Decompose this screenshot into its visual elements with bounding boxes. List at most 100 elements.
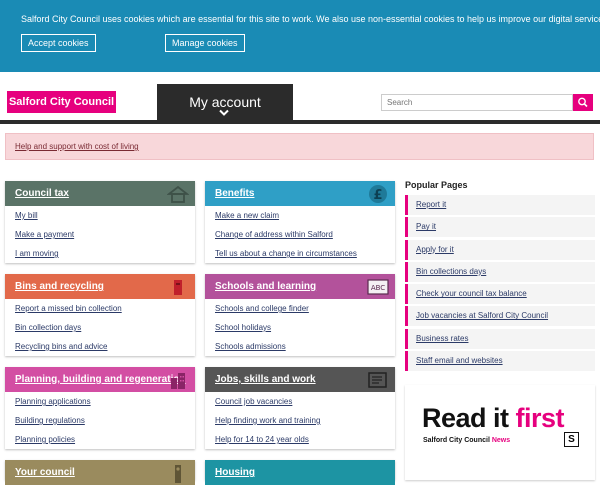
list-item: Council job vacancies xyxy=(205,392,395,411)
card-title[interactable]: Council tax xyxy=(15,188,69,199)
list-item: Tell us about a change in circumstances xyxy=(205,244,395,263)
site-header: Salford City Council My account xyxy=(0,72,600,124)
card-jobs-skills: Jobs, skills and work Council job vacanc… xyxy=(205,367,395,449)
card-header[interactable]: Housing xyxy=(205,460,395,485)
list-item: Building regulations xyxy=(5,411,195,430)
promo-headline-accent: first xyxy=(515,403,565,433)
card-header[interactable]: Jobs, skills and work xyxy=(205,367,395,392)
card-links: My bill Make a payment I am moving xyxy=(5,206,195,263)
card-link[interactable]: Council job vacancies xyxy=(215,397,292,406)
card-title[interactable]: Planning, building and regeneration xyxy=(15,374,186,385)
card-your-council: Your council xyxy=(5,460,195,485)
my-account-button[interactable]: My account xyxy=(157,84,293,124)
list-item: School holidays xyxy=(205,318,395,337)
card-link[interactable]: Bin collection days xyxy=(15,323,81,332)
card-link[interactable]: Planning policies xyxy=(15,435,75,444)
accept-cookies-button[interactable]: Accept cookies xyxy=(21,34,96,52)
card-title[interactable]: Jobs, skills and work xyxy=(215,374,316,385)
card-title[interactable]: Schools and learning xyxy=(215,281,316,292)
card-link[interactable]: Tell us about a change in circumstances xyxy=(215,249,357,258)
popular-pages-title: Popular Pages xyxy=(405,180,468,190)
popular-link[interactable]: Apply for it xyxy=(416,245,454,254)
card-link[interactable]: Building regulations xyxy=(15,416,85,425)
card-link[interactable]: Help finding work and training xyxy=(215,416,320,425)
cookie-banner: Salford City Council uses cookies which … xyxy=(0,0,600,72)
list-item: Planning applications xyxy=(5,392,195,411)
cost-of-living-alert: Help and support with cost of living xyxy=(5,133,594,160)
card-header[interactable]: Planning, building and regeneration xyxy=(5,367,195,392)
card-title[interactable]: Your council xyxy=(15,467,75,478)
svg-text:ABC: ABC xyxy=(371,284,385,292)
card-title[interactable]: Bins and recycling xyxy=(15,281,104,292)
list-item: Job vacancies at Salford City Council xyxy=(405,306,595,327)
list-item: Business rates xyxy=(405,328,595,349)
read-it-first-promo[interactable]: Read it first Salford City Council News … xyxy=(405,385,595,480)
card-link[interactable]: Schools admissions xyxy=(215,342,286,351)
svg-text:£: £ xyxy=(373,188,382,203)
card-bins-recycling: Bins and recycling Report a missed bin c… xyxy=(5,274,195,356)
card-link[interactable]: I am moving xyxy=(15,249,59,258)
list-item: Bin collection days xyxy=(5,318,195,337)
popular-link[interactable]: Bin collections days xyxy=(416,267,486,276)
card-link[interactable]: School holidays xyxy=(215,323,271,332)
card-header[interactable]: Council tax xyxy=(5,181,195,206)
card-title[interactable]: Benefits xyxy=(215,188,254,199)
card-header[interactable]: Bins and recycling xyxy=(5,274,195,299)
list-item: Report it xyxy=(405,195,595,215)
list-item: Make a new claim xyxy=(205,206,395,225)
promo-headline-main: Read it xyxy=(422,403,516,433)
card-link[interactable]: Planning applications xyxy=(15,397,91,406)
card-links: Report a missed bin collection Bin colle… xyxy=(5,299,195,356)
card-links: Make a new claim Change of address withi… xyxy=(205,206,395,263)
cost-of-living-link[interactable]: Help and support with cost of living xyxy=(15,142,139,151)
card-link[interactable]: My bill xyxy=(15,211,38,220)
card-header[interactable]: Schools and learning ABC xyxy=(205,274,395,299)
popular-link[interactable]: Check your council tax balance xyxy=(416,289,527,298)
search-input[interactable] xyxy=(381,94,573,111)
card-link[interactable]: Schools and college finder xyxy=(215,304,309,313)
list-item: Make a payment xyxy=(5,225,195,244)
bin-icon xyxy=(174,280,182,295)
card-link[interactable]: Change of address within Salford xyxy=(215,230,333,239)
chevron-down-icon xyxy=(219,109,229,116)
card-title[interactable]: Housing xyxy=(215,467,255,478)
card-council-tax: Council tax My bill Make a payment I am … xyxy=(5,181,195,263)
house-icon xyxy=(167,185,189,203)
popular-link[interactable]: Report it xyxy=(416,200,446,209)
tower-icon xyxy=(175,465,181,483)
card-link[interactable]: Report a missed bin collection xyxy=(15,304,122,313)
card-link[interactable]: Make a payment xyxy=(15,230,74,239)
card-schools-learning: Schools and learning ABC Schools and col… xyxy=(205,274,395,356)
list-item: Pay it xyxy=(405,217,595,238)
s-logo-icon: S xyxy=(564,432,579,447)
list-item: Change of address within Salford xyxy=(205,225,395,244)
popular-link[interactable]: Job vacancies at Salford City Council xyxy=(416,311,548,320)
list-item: Help for 14 to 24 year olds xyxy=(205,430,395,449)
promo-headline: Read it first xyxy=(422,403,565,434)
card-link[interactable]: Make a new claim xyxy=(215,211,279,220)
list-item: Check your council tax balance xyxy=(405,284,595,305)
list-item: Planning policies xyxy=(5,430,195,449)
my-account-label: My account xyxy=(189,94,261,110)
card-header[interactable]: Your council xyxy=(5,460,195,485)
popular-link[interactable]: Business rates xyxy=(416,334,468,343)
cookie-message: Salford City Council uses cookies which … xyxy=(21,14,600,24)
list-item: Report a missed bin collection xyxy=(5,299,195,318)
card-links: Council job vacancies Help finding work … xyxy=(205,392,395,449)
site-logo[interactable]: Salford City Council xyxy=(7,91,116,113)
card-planning-building: Planning, building and regeneration Plan… xyxy=(5,367,195,449)
list-item: I am moving xyxy=(5,244,195,263)
popular-link[interactable]: Pay it xyxy=(416,222,436,231)
card-header[interactable]: Benefits £ xyxy=(205,181,395,206)
card-link[interactable]: Recycling bins and advice xyxy=(15,342,108,351)
search-button[interactable] xyxy=(573,94,593,111)
card-link[interactable]: Help for 14 to 24 year olds xyxy=(215,435,309,444)
manage-cookies-button[interactable]: Manage cookies xyxy=(165,34,245,52)
chalkboard-icon: ABC xyxy=(367,279,389,295)
card-links: Planning applications Building regulatio… xyxy=(5,392,195,449)
promo-brand-main: Salford City Council xyxy=(423,437,492,444)
list-item: Staff email and websites xyxy=(405,351,595,372)
popular-link[interactable]: Staff email and websites xyxy=(416,356,503,365)
buildings-icon xyxy=(171,373,185,389)
promo-brand-accent: News xyxy=(491,437,511,444)
